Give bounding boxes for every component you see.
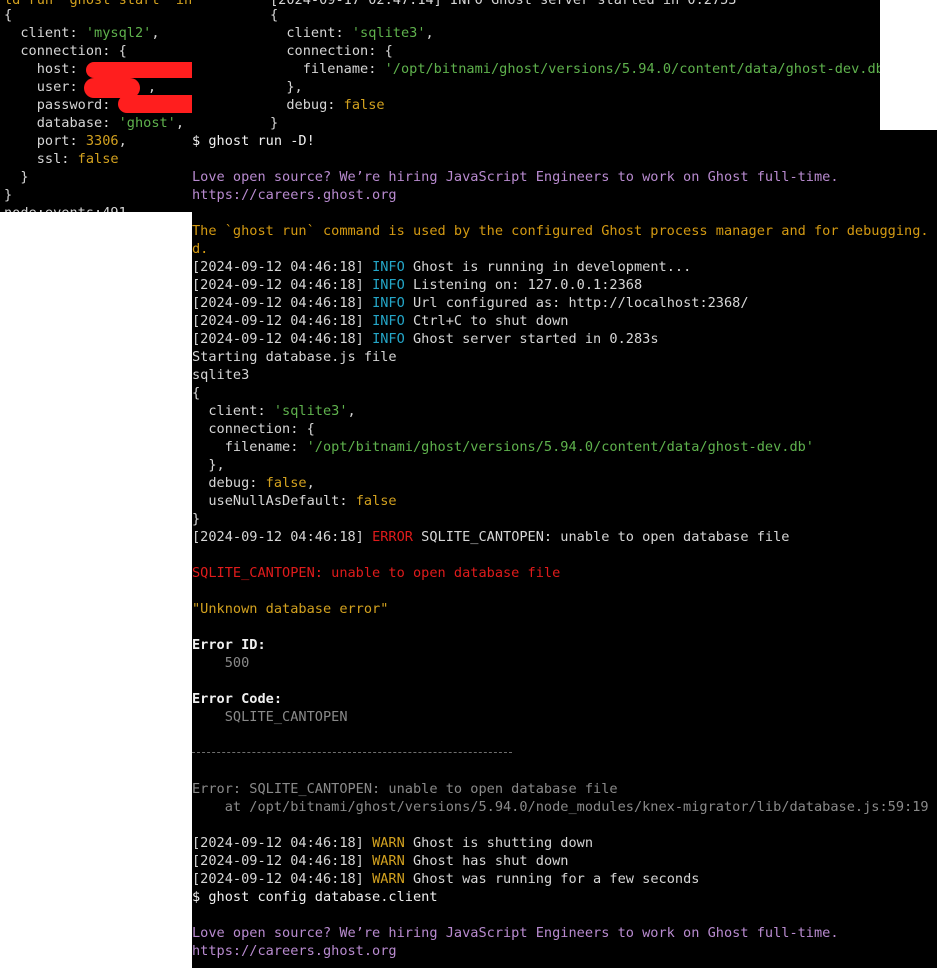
command-ghost-run: $ ghost run -D! (192, 133, 315, 149)
error-code-value: SQLITE_CANTOPEN (192, 709, 348, 725)
ghost-run-notice: The `ghost run` command is used by the c… (192, 223, 937, 239)
config-ssl-line: ssl: false (4, 151, 119, 167)
config-port-line: port: 3306, (4, 133, 127, 149)
config-debug-line: debug: false (270, 97, 385, 113)
warn-log-line: [2024-09-12 04:46:18] WARN Ghost is shut… (192, 835, 594, 851)
truncated-log-line: [2024-09-17 02:47:14] INFO Ghost server … (270, 0, 737, 8)
dashed-divider (192, 752, 512, 753)
config-close-brace: } (4, 187, 13, 203)
promo-message: Love open source? We’re hiring JavaScrip… (192, 169, 839, 185)
config-connection-line: connection: { (4, 43, 127, 59)
error-description: "Unknown database error" (192, 601, 389, 617)
error-code-label: Error Code: (192, 691, 283, 707)
careers-link[interactable]: https://careers.ghost.org (192, 186, 397, 204)
log-line: [2024-09-12 04:46:18] INFO Listening on:… (192, 277, 643, 293)
config-open-brace: { (4, 7, 13, 23)
starting-database-line: Starting database.js file (192, 349, 397, 365)
config-database-line: database: 'ghost', (4, 115, 185, 131)
error-log-line: [2024-09-12 04:46:18] ERROR SQLITE_CANTO… (192, 529, 790, 545)
config-connection-close: }, (192, 457, 225, 473)
config-use-null-line: useNullAsDefault: false (192, 493, 397, 509)
node-events-line: node:events:491 (4, 204, 127, 212)
config-connection-close: }, (270, 79, 303, 95)
command-ghost-config: $ ghost config database.client (192, 889, 438, 905)
config-open-brace: { (192, 385, 201, 401)
promo-message: Love open source? We’re hiring JavaScrip… (192, 925, 839, 941)
log-line: [2024-09-12 04:46:18] INFO Ghost server … (192, 331, 659, 347)
log-line: [2024-09-12 04:46:18] INFO Ctrl+C to shu… (192, 313, 569, 329)
terminal-window-sqlite-config[interactable]: [2024-09-17 02:47:14] INFO Ghost server … (192, 0, 880, 130)
config-client-line: client: 'sqlite3', (270, 25, 434, 41)
terminal-window-main[interactable]: $ ghost run -D! Love open source? We’re … (192, 130, 937, 968)
stack-trace-location: at /opt/bitnami/ghost/versions/5.94.0/no… (192, 799, 929, 815)
config-close-brace: } (192, 511, 201, 527)
error-id-label: Error ID: (192, 637, 266, 653)
config-filename-line: filename: '/opt/bitnami/ghost/versions/5… (192, 439, 814, 455)
warn-log-line: [2024-09-12 04:46:18] WARN Ghost has shu… (192, 853, 569, 869)
config-connection-close: } (4, 169, 29, 185)
stack-trace-error: Error: SQLITE_CANTOPEN: unable to open d… (192, 781, 618, 797)
truncated-instruction-line: ld run 'ghost start' instead. (4, 0, 192, 8)
config-debug-line: debug: false, (192, 475, 315, 491)
warn-log-line: [2024-09-12 04:46:18] WARN Ghost was run… (192, 871, 700, 887)
config-filename-line: filename: '/opt/bitnami/ghost/versions/5… (270, 61, 880, 77)
log-line: [2024-09-12 04:46:18] INFO Ghost is runn… (192, 259, 692, 275)
log-line: [2024-09-12 04:46:18] INFO Url configure… (192, 295, 749, 311)
config-connection-line: connection: { (192, 421, 315, 437)
ghost-run-notice-wrap: d. (192, 241, 209, 257)
error-message: SQLITE_CANTOPEN: unable to open database… (192, 565, 561, 581)
redaction-mark-host (86, 62, 192, 78)
config-open-brace: { (270, 7, 279, 23)
config-client-line: client: 'sqlite3', (192, 403, 356, 419)
careers-link[interactable]: https://careers.ghost.org (192, 942, 397, 960)
terminal-window-mysql-config[interactable]: ld run 'ghost start' instead. { client: … (0, 0, 192, 212)
error-id-value: 500 (192, 655, 250, 671)
config-connection-line: connection: { (270, 43, 393, 59)
config-client-line: client: 'mysql2', (4, 25, 160, 41)
config-close-brace: } (270, 115, 279, 130)
redaction-mark-password (118, 95, 192, 113)
client-name-line: sqlite3 (192, 367, 250, 383)
